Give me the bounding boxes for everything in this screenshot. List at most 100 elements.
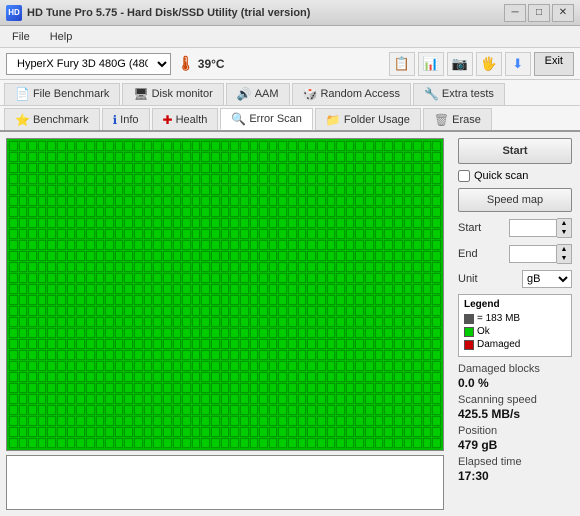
tab-random-access[interactable]: 🎲 Random Access xyxy=(292,83,411,105)
grid-cell xyxy=(173,328,182,338)
grid-cell xyxy=(153,416,162,426)
grid-cell xyxy=(153,339,162,349)
grid-cell xyxy=(163,229,172,239)
exit-button[interactable]: Exit xyxy=(534,52,574,76)
grid-cell xyxy=(278,350,287,360)
menu-help[interactable]: Help xyxy=(42,29,81,45)
minimize-button[interactable]: ─ xyxy=(504,4,526,22)
start-spin-down[interactable]: ▼ xyxy=(557,228,571,237)
grid-cell xyxy=(230,328,239,338)
grid-cell xyxy=(404,306,413,316)
menu-file[interactable]: File xyxy=(4,29,38,45)
grid-cell xyxy=(28,317,37,327)
grid-cell xyxy=(153,251,162,261)
grid-cell xyxy=(298,350,307,360)
grid-cell xyxy=(86,284,95,294)
grid-cell xyxy=(432,394,441,404)
grid-cell xyxy=(365,218,374,228)
grid-cell xyxy=(375,361,384,371)
main-content: Start Quick scan Speed map Start 0 ▲ ▼ E… xyxy=(0,132,580,516)
grid-cell xyxy=(394,405,403,415)
start-spin-up[interactable]: ▲ xyxy=(557,219,571,228)
grid-cell xyxy=(336,328,345,338)
end-spin-down[interactable]: ▼ xyxy=(557,254,571,263)
grid-cell xyxy=(413,372,422,382)
tab-error-scan[interactable]: 🔍 Error Scan xyxy=(220,108,313,130)
grid-cell xyxy=(230,350,239,360)
maximize-button[interactable]: □ xyxy=(528,4,550,22)
grid-cell xyxy=(298,427,307,437)
download-icon-btn[interactable]: ⬇ xyxy=(505,52,531,76)
grid-cell xyxy=(182,174,191,184)
grid-cell xyxy=(124,372,133,382)
grid-cell xyxy=(211,207,220,217)
grid-cell xyxy=(278,262,287,272)
grid-cell xyxy=(19,273,28,283)
toolbar: HyperX Fury 3D 480G (480 gB) 🌡 39°C 📋 📊 … xyxy=(0,48,580,80)
grid-cell xyxy=(182,185,191,195)
grid-cell xyxy=(96,163,105,173)
end-spin-up[interactable]: ▲ xyxy=(557,245,571,254)
grid-cell xyxy=(134,306,143,316)
tab-info[interactable]: ℹ Info xyxy=(102,108,150,130)
grid-cell xyxy=(375,438,384,448)
grid-cell xyxy=(394,416,403,426)
grid-cell xyxy=(76,361,85,371)
tab-health[interactable]: ✚ Health xyxy=(152,108,219,130)
grid-cell xyxy=(76,240,85,250)
grid-cell xyxy=(346,295,355,305)
grid-cell xyxy=(124,339,133,349)
grid-cell xyxy=(413,306,422,316)
grid-cell xyxy=(240,141,249,151)
grid-cell xyxy=(346,372,355,382)
grid-cell xyxy=(163,141,172,151)
grid-cell xyxy=(96,394,105,404)
start-button[interactable]: Start xyxy=(458,138,572,164)
end-input[interactable]: 480 xyxy=(509,245,557,263)
info-icon-btn[interactable]: 📋 xyxy=(389,52,415,76)
grid-cell xyxy=(327,339,336,349)
grid-cell xyxy=(86,438,95,448)
grid-cell xyxy=(278,317,287,327)
tab-file-benchmark[interactable]: 📄 File Benchmark xyxy=(4,83,120,105)
grid-cell xyxy=(432,218,441,228)
grid-cell xyxy=(250,350,259,360)
grid-cell xyxy=(28,185,37,195)
tab-aam[interactable]: 🔊 AAM xyxy=(226,83,290,105)
grid-cell xyxy=(240,306,249,316)
chart-icon-btn[interactable]: 📊 xyxy=(418,52,444,76)
tab-disk-monitor[interactable]: 🖥 Disk monitor xyxy=(122,83,223,105)
grid-cell xyxy=(413,328,422,338)
grid-cell xyxy=(250,251,259,261)
grid-cell xyxy=(144,383,153,393)
grid-cell xyxy=(192,328,201,338)
grid-cell xyxy=(211,405,220,415)
quick-scan-checkbox[interactable] xyxy=(458,170,470,182)
unit-selector[interactable]: MB gB xyxy=(522,270,572,288)
grid-cell xyxy=(230,394,239,404)
grid-cell xyxy=(221,207,230,217)
tab-benchmark[interactable]: ⭐ Benchmark xyxy=(4,108,100,130)
grid-cell xyxy=(182,141,191,151)
speed-map-button[interactable]: Speed map xyxy=(458,188,572,212)
grid-cell xyxy=(76,218,85,228)
close-button[interactable]: ✕ xyxy=(552,4,574,22)
camera-icon-btn[interactable]: 📷 xyxy=(447,52,473,76)
tabs-row-1: 📄 File Benchmark 🖥 Disk monitor 🔊 AAM 🎲 … xyxy=(0,80,580,106)
quick-scan-label[interactable]: Quick scan xyxy=(474,170,528,182)
tab-folder-usage[interactable]: 📁 Folder Usage xyxy=(315,108,421,130)
grid-cell xyxy=(423,350,432,360)
grid-cell xyxy=(173,317,182,327)
start-input[interactable]: 0 xyxy=(509,219,557,237)
hand-icon-btn[interactable]: 🖐 xyxy=(476,52,502,76)
grid-cell xyxy=(211,185,220,195)
grid-cell xyxy=(28,427,37,437)
grid-cell xyxy=(432,185,441,195)
tab-extra-tests[interactable]: 🔧 Extra tests xyxy=(413,83,505,105)
grid-cell xyxy=(404,251,413,261)
drive-selector[interactable]: HyperX Fury 3D 480G (480 gB) xyxy=(6,53,171,75)
grid-cell xyxy=(9,350,18,360)
grid-cell xyxy=(67,229,76,239)
tab-erase[interactable]: 🗑 Erase xyxy=(423,108,492,130)
grid-cell xyxy=(394,372,403,382)
